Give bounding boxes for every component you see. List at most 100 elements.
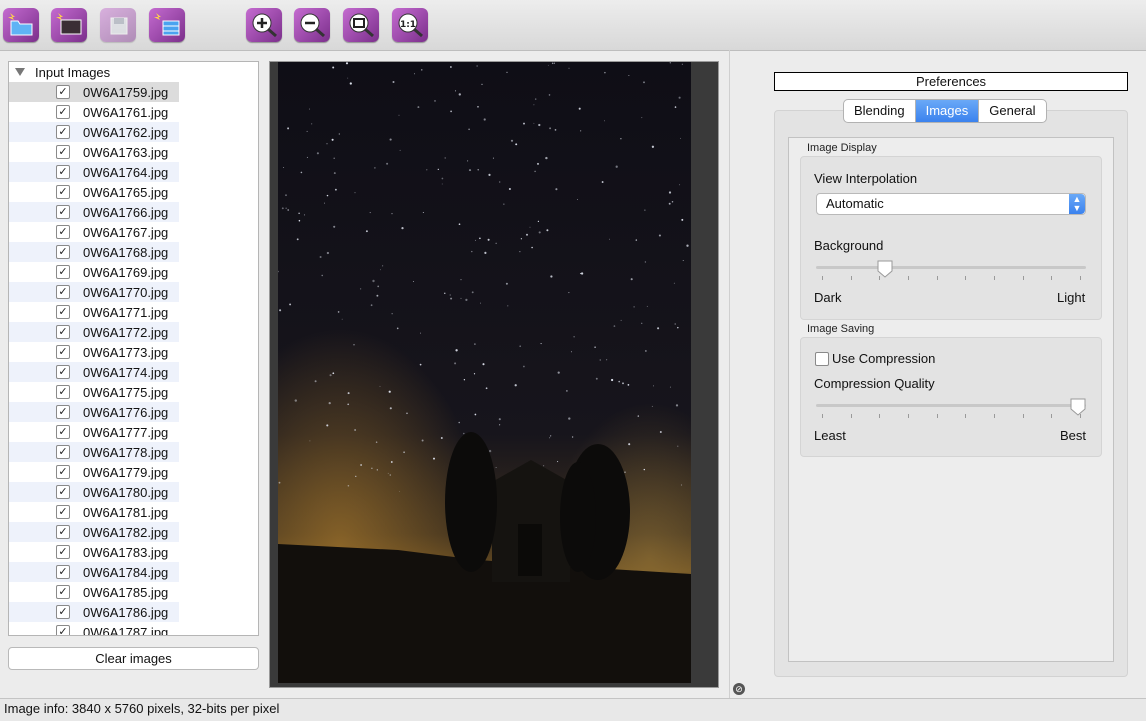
- view-interpolation-select[interactable]: Automatic ▲ ▼: [816, 193, 1086, 215]
- list-item[interactable]: ✓ 0W6A1771.jpg: [9, 302, 258, 322]
- zoom-out-button[interactable]: [294, 8, 330, 42]
- star: [450, 297, 453, 300]
- list-item[interactable]: ✓ 0W6A1763.jpg: [9, 142, 258, 162]
- include-checkbox[interactable]: ✓: [56, 185, 70, 199]
- tab-blending[interactable]: Blending: [844, 100, 916, 122]
- input-images-header[interactable]: Input Images: [9, 62, 258, 82]
- list-item[interactable]: ✓ 0W6A1777.jpg: [9, 422, 258, 442]
- star: [396, 327, 399, 330]
- star: [463, 432, 465, 435]
- star: [523, 122, 525, 125]
- tab-general[interactable]: General: [979, 100, 1045, 122]
- list-item[interactable]: ✓ 0W6A1766.jpg: [9, 202, 258, 222]
- list-item[interactable]: ✓ 0W6A1785.jpg: [9, 582, 258, 602]
- compression-quality-slider-track[interactable]: [816, 404, 1086, 407]
- actual-size-button[interactable]: 1:1: [392, 8, 428, 42]
- fit-to-window-button[interactable]: [343, 8, 379, 42]
- open-folder-icon: [8, 13, 33, 36]
- list-item[interactable]: ✓ 0W6A1772.jpg: [9, 322, 258, 342]
- include-checkbox[interactable]: ✓: [56, 565, 70, 579]
- include-checkbox[interactable]: ✓: [56, 585, 70, 599]
- star: [610, 378, 614, 382]
- open-folder-button[interactable]: [3, 8, 39, 42]
- include-checkbox[interactable]: ✓: [56, 225, 70, 239]
- star: [669, 62, 671, 64]
- star: [281, 207, 284, 210]
- include-checkbox[interactable]: ✓: [56, 145, 70, 159]
- include-checkbox[interactable]: ✓: [56, 285, 70, 299]
- include-checkbox[interactable]: ✓: [56, 265, 70, 279]
- include-checkbox[interactable]: ✓: [56, 525, 70, 539]
- list-item[interactable]: ✓ 0W6A1776.jpg: [9, 402, 258, 422]
- open-image-button[interactable]: [51, 8, 87, 42]
- background-slider-track[interactable]: [816, 266, 1086, 269]
- include-checkbox[interactable]: ✓: [56, 345, 70, 359]
- include-checkbox[interactable]: ✓: [56, 505, 70, 519]
- star: [326, 194, 329, 197]
- list-item[interactable]: ✓ 0W6A1762.jpg: [9, 122, 258, 142]
- star: [283, 167, 285, 168]
- list-item[interactable]: ✓ 0W6A1775.jpg: [9, 382, 258, 402]
- list-item[interactable]: ✓ 0W6A1770.jpg: [9, 282, 258, 302]
- star: [549, 437, 551, 439]
- save-button[interactable]: [100, 8, 136, 42]
- zoom-in-button[interactable]: [246, 8, 282, 42]
- star: [568, 292, 570, 294]
- include-checkbox[interactable]: ✓: [56, 445, 70, 459]
- star: [294, 399, 297, 402]
- include-checkbox[interactable]: ✓: [56, 605, 70, 619]
- list-item[interactable]: ✓ 0W6A1761.jpg: [9, 102, 258, 122]
- list-item[interactable]: ✓ 0W6A1782.jpg: [9, 522, 258, 542]
- list-item[interactable]: ✓ 0W6A1773.jpg: [9, 342, 258, 362]
- star: [553, 62, 555, 64]
- star: [417, 106, 420, 109]
- disclosure-triangle-icon[interactable]: [15, 68, 25, 76]
- include-checkbox[interactable]: ✓: [56, 365, 70, 379]
- list-item[interactable]: ✓ 0W6A1769.jpg: [9, 262, 258, 282]
- background-slider-thumb[interactable]: [877, 260, 893, 278]
- include-checkbox[interactable]: ✓: [56, 425, 70, 439]
- include-checkbox[interactable]: ✓: [56, 405, 70, 419]
- use-compression-checkbox[interactable]: [815, 352, 829, 366]
- split-handle-icon[interactable]: ⊘: [733, 683, 745, 695]
- list-item[interactable]: ✓ 0W6A1759.jpg: [9, 82, 258, 102]
- list-item[interactable]: ✓ 0W6A1779.jpg: [9, 462, 258, 482]
- include-checkbox[interactable]: ✓: [56, 545, 70, 559]
- input-images-list[interactable]: Input Images ✓ 0W6A1759.jpg ✓ 0W6A1761.jpg ✓…: [8, 61, 259, 636]
- include-checkbox[interactable]: ✓: [56, 485, 70, 499]
- include-checkbox[interactable]: ✓: [56, 105, 70, 119]
- include-checkbox[interactable]: ✓: [56, 625, 70, 635]
- list-item[interactable]: ✓ 0W6A1783.jpg: [9, 542, 258, 562]
- include-checkbox[interactable]: ✓: [56, 465, 70, 479]
- include-checkbox[interactable]: ✓: [56, 85, 70, 99]
- list-item[interactable]: ✓ 0W6A1784.jpg: [9, 562, 258, 582]
- list-item[interactable]: ✓ 0W6A1767.jpg: [9, 222, 258, 242]
- save-stack-button[interactable]: [149, 8, 185, 42]
- star: [557, 461, 559, 463]
- compression-quality-slider-thumb[interactable]: [1070, 398, 1086, 416]
- use-compression-label[interactable]: Use Compression: [832, 351, 935, 366]
- file-name: 0W6A1770.jpg: [83, 284, 169, 300]
- slider-tick: [879, 414, 881, 418]
- slider-tick: [1022, 276, 1024, 280]
- list-item[interactable]: ✓ 0W6A1778.jpg: [9, 442, 258, 462]
- list-item[interactable]: ✓ 0W6A1768.jpg: [9, 242, 258, 262]
- include-checkbox[interactable]: ✓: [56, 325, 70, 339]
- include-checkbox[interactable]: ✓: [56, 305, 70, 319]
- include-checkbox[interactable]: ✓: [56, 205, 70, 219]
- list-item[interactable]: ✓ 0W6A1787.jpg: [9, 622, 258, 635]
- include-checkbox[interactable]: ✓: [56, 245, 70, 259]
- include-checkbox[interactable]: ✓: [56, 385, 70, 399]
- list-item[interactable]: ✓ 0W6A1764.jpg: [9, 162, 258, 182]
- tab-images[interactable]: Images: [915, 100, 980, 122]
- star: [444, 157, 446, 159]
- include-checkbox[interactable]: ✓: [56, 125, 70, 139]
- list-item[interactable]: ✓ 0W6A1780.jpg: [9, 482, 258, 502]
- list-item[interactable]: ✓ 0W6A1765.jpg: [9, 182, 258, 202]
- image-preview-frame: [269, 61, 719, 688]
- clear-images-button[interactable]: Clear images: [8, 647, 259, 670]
- include-checkbox[interactable]: ✓: [56, 165, 70, 179]
- list-item[interactable]: ✓ 0W6A1786.jpg: [9, 602, 258, 622]
- list-item[interactable]: ✓ 0W6A1774.jpg: [9, 362, 258, 382]
- list-item[interactable]: ✓ 0W6A1781.jpg: [9, 502, 258, 522]
